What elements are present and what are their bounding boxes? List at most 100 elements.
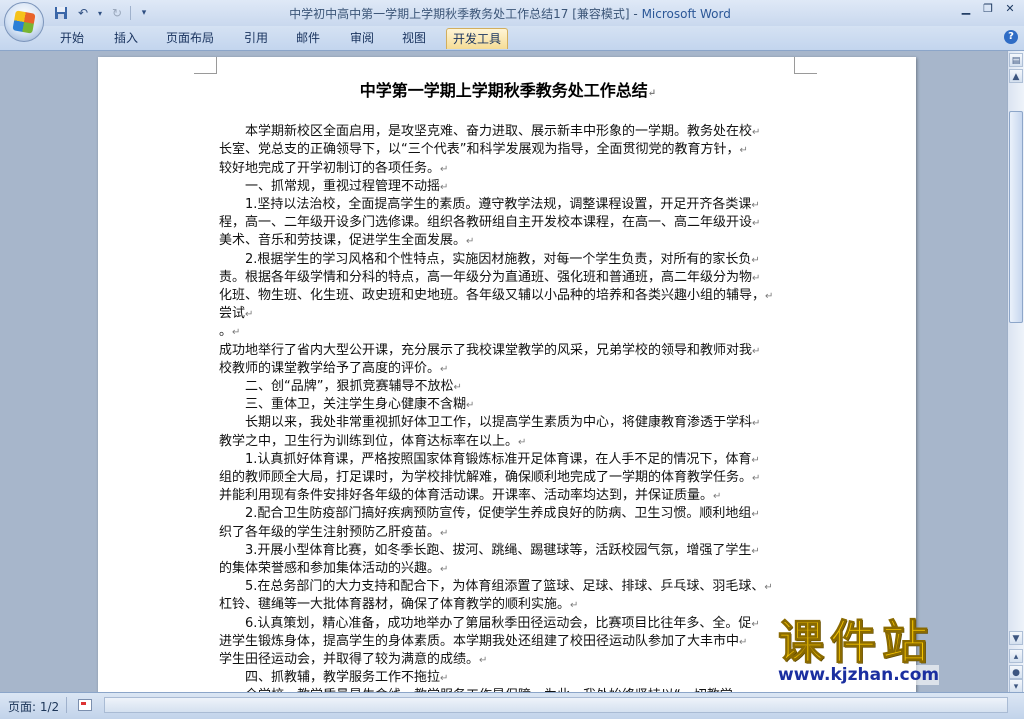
- document-line: 组的教师顾全大局，打足课时，为学校排忧解难，确保顺利地完成了一学期的体育教学任务…: [219, 469, 799, 487]
- paragraph-mark-icon: ↵: [752, 127, 761, 139]
- horizontal-scrollbar[interactable]: [104, 697, 1008, 713]
- document-line: 1.认真抓好体育课，严格按照国家体育锻炼标准开足体育课，在人手不足的情况下，体育…: [219, 451, 799, 469]
- paragraph-mark-icon: ↵: [453, 382, 462, 393]
- office-logo-icon: [12, 10, 36, 34]
- proofing-icon[interactable]: [78, 699, 92, 711]
- line-text: 程，高一、二年级开设多门选修课。组织各教研组自主开发校本课程，在高一、高二年级开…: [219, 215, 753, 231]
- document-line: 成功地举行了省内大型公开课，充分展示了我校课堂教学的风采，兄弟学校的领导和教师对…: [219, 342, 799, 360]
- document-line: 化班、物生班、化生班、政史班和史地班。各年级又辅以小品种的培养和各类兴趣小组的辅…: [219, 287, 799, 305]
- page-indicator[interactable]: 页面: 1/2: [8, 698, 59, 715]
- document-line: 美术、音乐和劳技课，促进学生全面发展。↵: [219, 232, 799, 250]
- line-text: 组的教师顾全大局，打足课时，为学校排忧解难，确保顺利地完成了一学期的体育教学任务…: [219, 470, 753, 485]
- undo-icon[interactable]: ↶: [74, 4, 92, 22]
- paragraph-mark-icon: ↵: [751, 618, 760, 630]
- paragraph-mark-icon: ↵: [752, 218, 761, 230]
- customize-qat-icon[interactable]: ▾: [135, 4, 153, 22]
- paragraph-mark-icon: ↵: [245, 309, 254, 321]
- ribbon-tab-bar: 开始 插入 页面布局 引用 邮件 审阅 视图 开发工具 ?: [0, 26, 1024, 51]
- document-line: 三、重体卫，关注学生身心健康不含糊↵: [219, 396, 799, 414]
- document-line: 6.认真策划，精心准备，成功地举办了第届秋季田径运动会，比赛项目比往年多、全。促…: [219, 615, 799, 633]
- scroll-up-icon[interactable]: ▲: [1009, 69, 1023, 83]
- undo-dropdown-icon[interactable]: ▾: [96, 4, 104, 22]
- document-line: 四、抓教辅，教学服务工作不拖拉↵: [219, 669, 799, 687]
- document-line: 1.坚持以法治校，全面提高学生的素质。遵守教学法规，调整课程设置，开足开齐各类课…: [219, 196, 799, 214]
- quick-access-toolbar: ↶ ▾ ↻ ▾: [52, 4, 153, 22]
- redo-icon[interactable]: ↻: [108, 4, 126, 22]
- paragraph-mark-icon: ↵: [751, 545, 760, 557]
- minimize-icon[interactable]: ▁: [956, 2, 976, 16]
- paragraph-mark-icon: ↵: [765, 291, 774, 302]
- line-text: 校教师的课堂教学给予了高度的评价。: [219, 360, 441, 376]
- watermark-logo-text: 课件站: [778, 615, 934, 670]
- window-title: 中学初中高中第一学期上学期秋季教务处工作总结17 [兼容模式] - Micros…: [180, 5, 840, 22]
- tab-review[interactable]: 审阅: [344, 28, 380, 48]
- crop-mark-top-right: [794, 57, 817, 74]
- document-line: 一、抓常规，重视过程管理不动摇↵: [219, 178, 799, 196]
- tab-mailings[interactable]: 邮件: [290, 28, 326, 48]
- document-line: 杠铃、毽绳等一大批体育器材，确保了体育教学的顺利实施。↵: [219, 596, 799, 614]
- document-line: 进学生锻炼身体，提高学生的身体素质。本学期我处还组建了校田径运动队参加了大丰市中…: [219, 633, 799, 651]
- tab-page-layout[interactable]: 页面布局: [160, 28, 220, 48]
- document-line: 2.配合卫生防疫部门搞好疾病预防宣传，促使学生养成良好的防病、卫生习惯。顺利地组…: [219, 505, 799, 523]
- paragraph-mark-icon: ↵: [739, 636, 748, 648]
- previous-page-icon[interactable]: ▴: [1009, 649, 1023, 663]
- document-line: 较好地完成了开学初制订的各项任务。↵: [219, 160, 799, 178]
- document-area: 中学第一学期上学期秋季教务处工作总结↵ 本学期新校区全面启用，是攻坚克难、奋力进…: [0, 51, 1008, 692]
- document-line: 程，高一、二年级开设多门选修课。组织各教研组自主开发校本课程，在高一、高二年级开…: [219, 214, 799, 232]
- qat-separator: [130, 6, 131, 20]
- line-text: 3.开展小型体育比赛，如冬季长跑、拔河、跳绳、踢毽球等，活跃校园气氛，增强了学生: [219, 542, 752, 558]
- title-separator: -: [629, 7, 642, 21]
- paragraph-mark-icon: ↵: [466, 400, 475, 412]
- document-line: 的集体荣誉感和参加集体活动的兴趣。↵: [219, 560, 799, 578]
- line-text: 一、抓常规，重视过程管理不动摇: [219, 178, 441, 194]
- document-line: 本学期新校区全面启用，是攻坚克难、奋力进取、展示新丰中形象的一学期。教务处在校↵: [219, 123, 799, 141]
- scroll-thumb[interactable]: [1009, 111, 1023, 323]
- line-text: 长室、党总支的正确领导下，以“三个代表”和科学发展观为指导，全面贯彻党的教育方针…: [219, 142, 740, 158]
- document-line: 长室、党总支的正确领导下，以“三个代表”和科学发展观为指导，全面贯彻党的教育方针…: [219, 141, 799, 159]
- line-text: 1.坚持以法治校，全面提高学生的素质。遵守教学法规，调整课程设置，开足开齐各类课: [219, 197, 752, 212]
- office-button[interactable]: [4, 2, 44, 42]
- document-line: 尝试↵: [219, 305, 799, 323]
- paragraph-mark-icon: ↵: [751, 254, 760, 266]
- paragraph-mark-icon: ↵: [440, 163, 449, 175]
- paragraph-mark-icon: ↵: [764, 582, 773, 594]
- close-icon[interactable]: ✕: [1000, 2, 1020, 16]
- tab-home[interactable]: 开始: [54, 28, 90, 48]
- paragraph-mark-icon: ↵: [232, 327, 241, 339]
- paragraph-mark-icon: ↵: [647, 88, 657, 99]
- tab-view[interactable]: 视图: [396, 28, 432, 48]
- browse-object-icon[interactable]: ●: [1009, 665, 1023, 679]
- line-text: 成功地举行了省内大型公开课，充分展示了我校课堂教学的风采，兄弟学校的领导和教师对…: [219, 342, 753, 358]
- paragraph-mark-icon: ↵: [440, 673, 449, 685]
- scroll-down-icon[interactable]: ▼: [1009, 631, 1023, 645]
- line-text: 6.认真策划，精心准备，成功地举办了第届秋季田径运动会，比赛项目比往年多、全。促: [219, 615, 752, 631]
- line-text: 长期以来，我处非常重视抓好体卫工作，以提高学生素质为中心，将健康教育渗透于学科: [219, 415, 753, 431]
- next-page-icon[interactable]: ▾: [1009, 679, 1023, 693]
- tab-references[interactable]: 引用: [238, 28, 274, 48]
- paragraph-mark-icon: ↵: [440, 564, 449, 575]
- help-icon[interactable]: ?: [1004, 30, 1018, 44]
- status-separator: [66, 697, 67, 713]
- document-page[interactable]: 中学第一学期上学期秋季教务处工作总结↵ 本学期新校区全面启用，是攻坚克难、奋力进…: [98, 57, 916, 692]
- watermark-url: www.kjzhan.com: [778, 665, 940, 685]
- line-text: 织了各年级的学生注射预防乙肝疫苗。: [219, 524, 441, 540]
- app-name: Microsoft Word: [641, 7, 731, 21]
- tab-insert[interactable]: 插入: [108, 28, 144, 48]
- document-line: 5.在总务部门的大力支持和配合下，为体育组添置了篮球、足球、排球、乒乓球、羽毛球…: [219, 578, 799, 596]
- vertical-scrollbar[interactable]: ▤ ▲ ▼ ▴ ● ▾: [1007, 51, 1024, 693]
- line-text: 2.根据学生的学习风格和个性特点，实施因材施教，对每一个学生负责，对所有的家长负: [219, 251, 752, 267]
- line-text: 2.配合卫生防疫部门搞好疾病预防宣传，促使学生养成良好的防病、卫生习惯。顺利地组: [219, 506, 752, 522]
- document-line: 责。根据各年级学情和分科的特点，高一年级分为直通班、强化班和普通班，高二年级分为…: [219, 269, 799, 287]
- window-controls: ▁ ❐ ✕: [956, 2, 1020, 16]
- paragraph-mark-icon: ↵: [752, 272, 761, 284]
- line-text: 。: [219, 324, 233, 340]
- tab-developer[interactable]: 开发工具: [446, 28, 509, 49]
- document-line: 长期以来，我处非常重视抓好体卫工作，以提高学生素质为中心，将健康教育渗透于学科↵: [219, 414, 799, 432]
- save-icon[interactable]: [52, 4, 70, 22]
- ruler-toggle-icon[interactable]: ▤: [1009, 53, 1023, 67]
- line-text: 教学之中，卫生行为训练到位，体育达标率在以上。: [219, 433, 519, 449]
- paragraph-mark-icon: ↵: [466, 236, 475, 248]
- line-text: 四、抓教辅，教学服务工作不拖拉: [219, 670, 441, 686]
- restore-icon[interactable]: ❐: [978, 2, 998, 16]
- document-line: 二、创“品牌”，狠抓竞赛辅导不放松↵: [219, 378, 799, 396]
